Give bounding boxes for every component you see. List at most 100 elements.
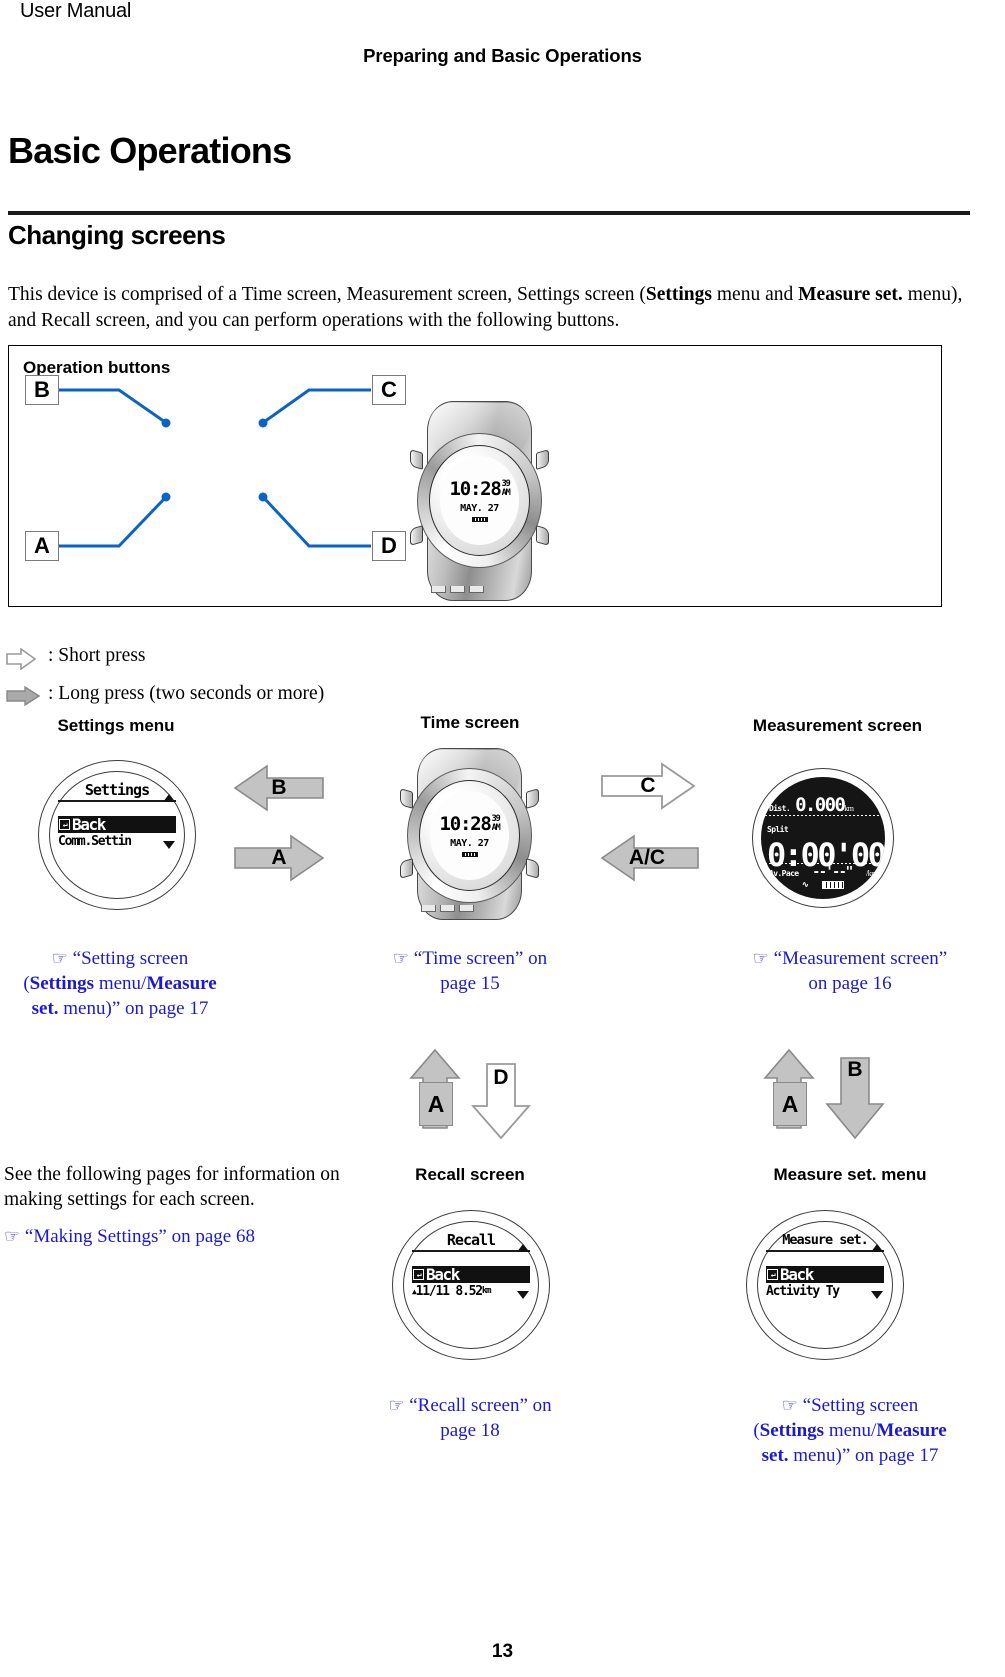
intro-part2: menu and — [712, 284, 799, 305]
watch-button-c[interactable] — [536, 449, 549, 470]
pointer-hand-icon-5: ☞ — [388, 1395, 405, 1416]
xref-settings-mid: menu/ — [94, 973, 147, 994]
short-press-arrow-icon — [6, 648, 36, 670]
dist-value: 0.000 — [795, 794, 846, 816]
watch-lcd: 10:28 39 AM MAY. 27 — [440, 456, 519, 545]
xref-recall-line2: page 18 — [440, 1420, 500, 1441]
measureset-row-back[interactable]: ↵ Back — [766, 1266, 884, 1283]
xref-settings-b2: Measure — [146, 973, 217, 994]
watch-time-hhmm: 10:28 — [449, 477, 501, 500]
scroll-up-caret-icon[interactable] — [163, 794, 175, 802]
time-watch-date: MAY. 27 — [450, 837, 489, 849]
measureset-row-activity-label: Activity Ty — [766, 1284, 840, 1299]
arrow-label-c: C — [640, 774, 656, 797]
time-watch-time: 10:28 39 AM — [439, 814, 501, 834]
pace-unit: /km — [866, 869, 877, 878]
recall-scroll-up-caret-icon[interactable] — [517, 1244, 529, 1252]
recall-watch-screen: Recall ↵ Back ▲ 11/11 8.52 km — [412, 1232, 530, 1338]
pointer-hand-icon-3: ☞ — [752, 948, 769, 969]
settings-screen-divider — [58, 800, 176, 802]
pointer-hand-icon-2: ☞ — [392, 948, 410, 969]
arrow-label-a-measureset: A — [773, 1082, 807, 1126]
measurement-watch: Dist. 0.000 km Split 0:00'00" Av.Pace --… — [752, 768, 894, 908]
xref-time-screen[interactable]: ☞ “Time screen” on page 15 — [352, 946, 588, 996]
time-watch-button-b[interactable] — [400, 788, 413, 809]
xref-making-settings[interactable]: ☞ “Making Settings” on page 68 — [4, 1224, 344, 1249]
recall-row-back[interactable]: ↵ Back — [412, 1266, 530, 1283]
watch-seconds-meridiem: 39 AM — [502, 479, 511, 498]
xref-making-settings-label: “Making Settings” on page 68 — [24, 1226, 255, 1247]
xref-ms-line1: “Setting screen — [802, 1395, 919, 1416]
scroll-down-caret-icon[interactable] — [163, 841, 175, 849]
settings-watch-screen: Settings ↵ Back Comm.Settin — [58, 782, 176, 888]
xref-settings-b1: Settings — [29, 973, 95, 994]
measurement-battery-icon — [822, 880, 845, 889]
recall-row-back-label: Back — [426, 1265, 460, 1284]
measureset-screen-title: Measure set. — [782, 1232, 869, 1248]
chapter-title: Preparing and Basic Operations — [363, 45, 642, 66]
measureset-back-icon: ↵ — [767, 1269, 778, 1280]
watch-button-b[interactable] — [410, 449, 423, 470]
dist-label: Dist. — [769, 804, 791, 813]
measureset-scroll-up-caret-icon[interactable] — [871, 1244, 883, 1252]
watch-lugs — [431, 586, 484, 593]
watch-button-a[interactable] — [410, 525, 423, 546]
time-watch-button-a[interactable] — [400, 858, 413, 879]
measurement-footer: ∿ — [761, 880, 885, 889]
settings-row-back-label: Back — [72, 815, 106, 834]
long-press-arrow-icon — [6, 686, 40, 706]
watch-date: MAY. 27 — [460, 502, 499, 514]
manual-label: User Manual — [20, 0, 132, 22]
recall-row-entry[interactable]: ▲ 11/11 8.52 km — [412, 1284, 530, 1299]
measureset-screen-divider — [766, 1250, 884, 1252]
time-screen-watch: 10:28 39 AM MAY. 27 — [397, 748, 542, 920]
xref-ms-post: menu)” on page 17 — [788, 1445, 939, 1466]
watch-illustration: 10:28 39 AM MAY. 27 — [407, 401, 552, 601]
legend-short-press-label: : Short press — [48, 645, 146, 666]
xref-ms-b1: Settings — [759, 1420, 825, 1441]
arrow-time-to-measurement: C — [600, 760, 696, 812]
time-watch-lugs — [421, 905, 474, 912]
arrow-label-d: D — [493, 1066, 509, 1089]
time-watch-button-d[interactable] — [526, 858, 539, 879]
time-watch-lcd: 10:28 39 AM MAY. 27 — [430, 791, 509, 880]
settings-screen-title: Settings — [84, 781, 150, 799]
xref-measure-set-screen[interactable]: ☞ “Setting screen (Settings menu/Measure… — [700, 1393, 1000, 1468]
back-icon: ↵ — [59, 819, 70, 830]
xref-settings-screen[interactable]: ☞ “Setting screen (Settings menu/Measure… — [0, 946, 240, 1021]
callout-tag-c: C — [372, 375, 406, 405]
xref-measurement-line2: on page 16 — [808, 973, 892, 994]
watch-button-d[interactable] — [536, 525, 549, 546]
settings-row-back[interactable]: ↵ Back — [58, 816, 176, 833]
xref-ms-b3: set. — [761, 1445, 789, 1466]
recall-back-icon: ↵ — [413, 1269, 424, 1280]
xref-recall-screen[interactable]: ☞ “Recall screen” on page 18 — [352, 1393, 588, 1443]
settings-row-comm[interactable]: Comm.Settin — [58, 834, 176, 849]
dist-unit: km — [844, 804, 854, 813]
intro-part1: This device is comprised of a Time scree… — [8, 284, 646, 305]
measurement-pace-row: Av.Pace --'--" /km — [769, 865, 877, 880]
callout-tag-d: D — [372, 531, 406, 561]
callout-tag-a: A — [25, 531, 59, 561]
section-title: Changing screens — [8, 220, 226, 250]
measureset-row-activity[interactable]: Activity Ty — [766, 1284, 884, 1299]
time-watch-button-c[interactable] — [526, 788, 539, 809]
callout-tag-b: B — [25, 375, 59, 405]
measurement-lcd: Dist. 0.000 km Split 0:00'00" Av.Pace --… — [761, 777, 885, 899]
watch-time: 10:28 39 AM — [449, 477, 511, 500]
split-label: Split — [767, 825, 789, 834]
arrow-settings-from-time: B — [233, 762, 325, 814]
time-watch-battery-icon — [461, 851, 478, 857]
measureset-watch-screen: Measure set. ↵ Back Activity Ty — [766, 1232, 884, 1338]
arrow-label-ac: A/C — [628, 846, 666, 869]
recall-row-value: 8.52 — [455, 1284, 483, 1299]
page-number: 13 — [491, 1641, 514, 1662]
xref-measurement-screen[interactable]: ☞ “Measurement screen” on page 16 — [700, 946, 1000, 996]
measurement-divider-bottom — [765, 863, 881, 864]
legend-long-press-label: : Long press (two seconds or more) — [48, 683, 325, 704]
pointer-hand-icon-6: ☞ — [781, 1395, 798, 1416]
time-watch-seconds-meridiem: 39 AM — [492, 814, 501, 833]
xref-time-line2: page 15 — [440, 973, 500, 994]
measureset-scroll-down-caret-icon[interactable] — [871, 1291, 883, 1299]
recall-scroll-down-caret-icon[interactable] — [517, 1291, 529, 1299]
